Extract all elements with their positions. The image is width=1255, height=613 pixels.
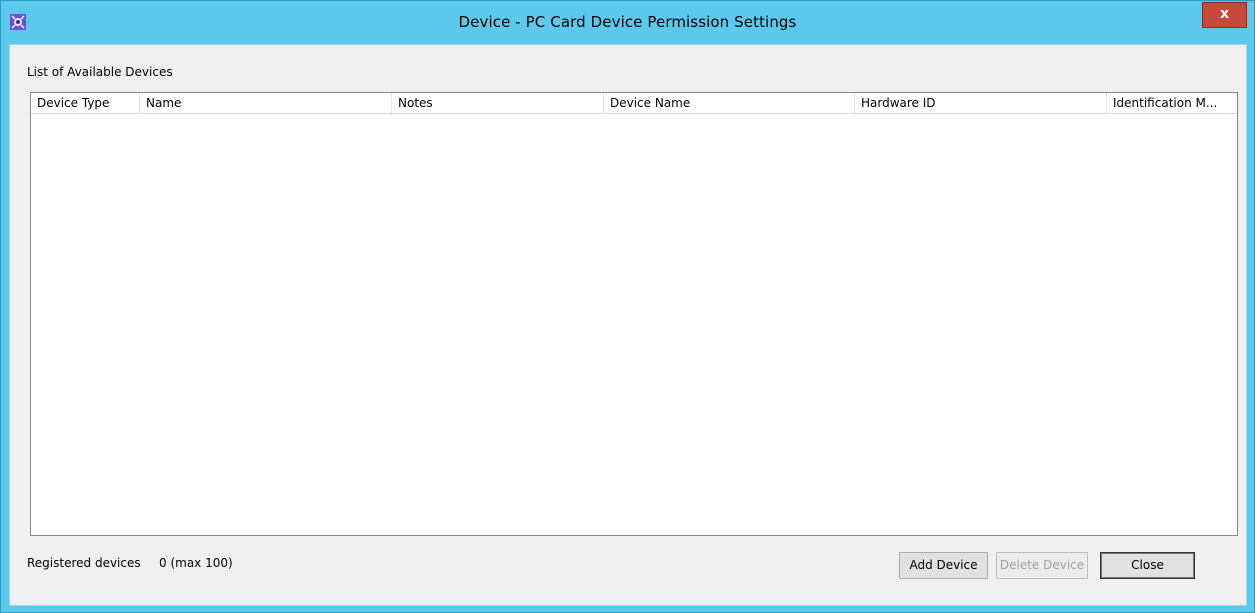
dialog-client-area: List of Available Devices Device Type Na… bbox=[9, 44, 1247, 606]
device-list-caption: List of Available Devices bbox=[27, 65, 173, 79]
column-header-notes[interactable]: Notes bbox=[392, 93, 604, 113]
close-button[interactable]: Close bbox=[1100, 552, 1195, 579]
device-list[interactable]: Device Type Name Notes Device Name Hardw… bbox=[30, 92, 1238, 536]
registered-devices-count: 0 (max 100) bbox=[159, 556, 233, 570]
device-list-header: Device Type Name Notes Device Name Hardw… bbox=[31, 93, 1237, 114]
column-header-hardware-id[interactable]: Hardware ID bbox=[855, 93, 1107, 113]
title-bar[interactable]: Device - PC Card Device Permission Setti… bbox=[1, 1, 1254, 43]
add-device-button[interactable]: Add Device bbox=[899, 552, 988, 579]
close-window-button[interactable]: x bbox=[1202, 2, 1247, 28]
column-header-name[interactable]: Name bbox=[140, 93, 392, 113]
column-header-device-type[interactable]: Device Type bbox=[31, 93, 140, 113]
window-title: Device - PC Card Device Permission Setti… bbox=[458, 13, 797, 31]
delete-device-button[interactable]: Delete Device bbox=[996, 552, 1088, 579]
column-header-device-name[interactable]: Device Name bbox=[604, 93, 855, 113]
dialog-window: Device - PC Card Device Permission Setti… bbox=[0, 0, 1255, 613]
close-icon: x bbox=[1219, 6, 1230, 22]
registered-devices-label: Registered devices bbox=[27, 556, 141, 570]
column-header-identification-method[interactable]: Identification M... bbox=[1107, 93, 1237, 113]
